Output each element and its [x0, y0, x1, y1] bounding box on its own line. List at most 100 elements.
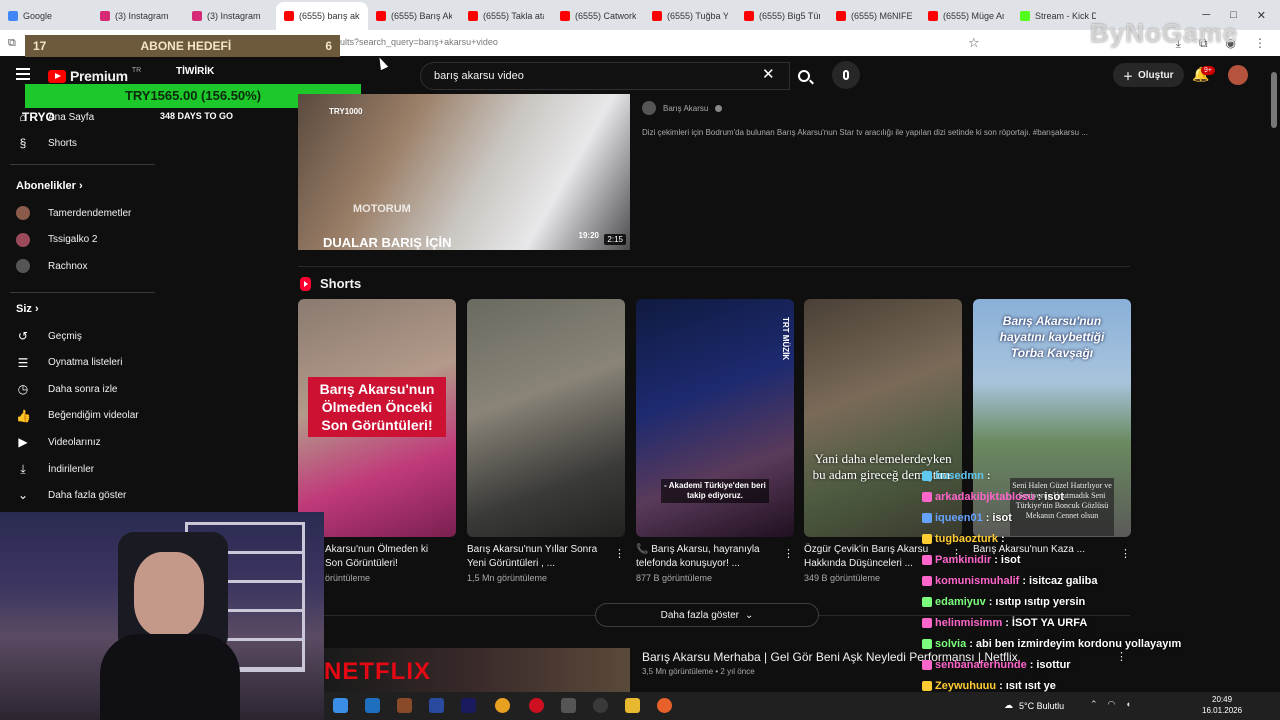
- tab-label: (6555) Müge Anlı: [943, 11, 1004, 21]
- chat-message: Pamkinidir : isot: [922, 554, 1020, 566]
- short-title[interactable]: Barış Akarsu'nun Yıllar Sonra Yeni Görün…: [467, 543, 607, 571]
- chevron-right-icon: ›: [34, 303, 39, 315]
- you-heading[interactable]: Siz ›: [16, 303, 39, 315]
- microphone-icon: [843, 70, 849, 80]
- sidebar-item-you[interactable]: ☰ Oynatma listeleri: [16, 356, 123, 370]
- hamburger-menu-icon[interactable]: [16, 68, 30, 80]
- short-card[interactable]: TRT MÜZİK - Akademi Türkiye'den beri tak…: [636, 299, 794, 583]
- chat-message: Zeywuhuuu : ısıt ısıt ye: [922, 680, 1056, 692]
- chat-username: Zeywuhuuu: [935, 680, 997, 692]
- network-icon[interactable]: ◠: [1108, 699, 1116, 710]
- sidebar-item-subscription[interactable]: Tssigalko 2: [16, 232, 98, 247]
- sidebar-item-you[interactable]: ◷ Daha sonra izle: [16, 382, 118, 396]
- firefox-icon[interactable]: [657, 698, 672, 713]
- short-title[interactable]: 📞 Barış Akarsu, hayranıyla telefonda kon…: [636, 543, 776, 571]
- app-icon[interactable]: [365, 698, 380, 713]
- account-avatar[interactable]: [1228, 65, 1248, 85]
- sidebar-item-you[interactable]: ↺ Geçmiş: [16, 329, 82, 343]
- sidebar-item-subscription[interactable]: Rachnox: [16, 259, 87, 273]
- opera-icon[interactable]: [529, 698, 544, 713]
- more-options-icon[interactable]: ⋮: [1116, 650, 1127, 663]
- chat-badge-icon: [922, 660, 932, 670]
- weather-text: 5°C Bulutlu: [1019, 700, 1065, 711]
- channel-row[interactable]: Barış Akarsu: [642, 101, 723, 115]
- cloud-icon: ☁: [1004, 700, 1013, 710]
- obs-icon[interactable]: [593, 698, 608, 713]
- url-field[interactable]: ults?search_query=barış+akarsu+video: [340, 37, 498, 47]
- app-icon[interactable]: [561, 698, 576, 713]
- close-window-button[interactable]: ✕: [1257, 9, 1266, 22]
- browser-tab[interactable]: (6555) Big5 Türkiy: [736, 2, 828, 30]
- chrome-icon[interactable]: [495, 698, 510, 713]
- search-button[interactable]: [786, 62, 822, 90]
- chat-username: busedmn: [935, 470, 984, 482]
- browser-tab[interactable]: (6555) Barış Akars: [368, 2, 460, 30]
- browser-tab[interactable]: (6555) Takla atan: [460, 2, 552, 30]
- scrollbar-thumb[interactable]: [1271, 72, 1277, 128]
- sidebar-item-label: Shorts: [48, 137, 77, 149]
- menu-icon[interactable]: ⋮: [1254, 36, 1266, 51]
- short-thumbnail[interactable]: [467, 299, 625, 537]
- premiere-icon[interactable]: [461, 698, 476, 713]
- clear-search-icon[interactable]: ✕: [762, 65, 775, 83]
- site-icon: ⧉: [8, 36, 16, 49]
- browser-tab[interactable]: (6555) Müge Anlı: [920, 2, 1012, 30]
- short-thumbnail[interactable]: Barış Akarsu'nun Ölmeden Önceki Son Görü…: [298, 299, 456, 537]
- app-icon[interactable]: [429, 698, 444, 713]
- start-icon[interactable]: [333, 698, 348, 713]
- browser-tab[interactable]: (6555) Catwork - S: [552, 2, 644, 30]
- your-videos-icon: ▶: [18, 435, 28, 449]
- taskbar-clock[interactable]: 20:49 16.01.2026: [1202, 694, 1242, 716]
- more-options-icon[interactable]: ⋮: [614, 547, 625, 560]
- chat-message: busedmn :: [922, 470, 994, 482]
- region-label: TR: [131, 66, 142, 74]
- sidebar-item-you[interactable]: ▶ Videolarınız: [16, 435, 100, 449]
- sidebar-item-label: Tssigalko 2: [48, 234, 98, 245]
- chat-message: komunismuhalif : isitcaz galiba: [922, 575, 1098, 587]
- tab-favicon-icon: [284, 11, 294, 21]
- brand-label: Premium: [70, 68, 128, 84]
- browser-tab[interactable]: (3) Instagram: [184, 2, 276, 30]
- chat-badge-icon: [922, 576, 932, 586]
- explorer-icon[interactable]: [625, 698, 640, 713]
- page-scrollbar[interactable]: [1268, 60, 1280, 690]
- video-thumbnail[interactable]: NETFLIX: [324, 648, 630, 696]
- short-card[interactable]: Barış Akarsu'nun Yıllar Sonra Yeni Görün…: [467, 299, 625, 583]
- youtube-logo[interactable]: Premium TR: [48, 66, 142, 84]
- video-duration: 2:15: [604, 234, 626, 245]
- video-thumbnail[interactable]: TRY1000 MOTORUM DUALAR BARIŞ İÇİN 19:20 …: [298, 94, 630, 250]
- browser-tab[interactable]: (6555) M6NIFEST(: [828, 2, 920, 30]
- voice-search-button[interactable]: [832, 61, 860, 89]
- sidebar-item-subscription[interactable]: Tamerdendemetler: [16, 206, 131, 220]
- chat-text: isot: [1000, 554, 1021, 566]
- bookmark-star-icon[interactable]: ☆: [968, 35, 980, 51]
- chat-badge-icon: [922, 555, 932, 565]
- sidebar-item-you[interactable]: 👍 Beğendiğim videolar: [16, 409, 139, 423]
- chevron-up-icon[interactable]: ⌃: [1090, 699, 1098, 710]
- streamer-webcam: [0, 512, 324, 720]
- volume-icon[interactable]: ◖: [1125, 699, 1130, 710]
- sidebar-item-shorts[interactable]: § Shorts: [16, 136, 77, 150]
- search-icon: [798, 70, 810, 82]
- short-thumbnail[interactable]: TRT MÜZİK - Akademi Türkiye'den beri tak…: [636, 299, 794, 537]
- weather-widget[interactable]: ☁ 5°C Bulutlu: [1004, 700, 1064, 711]
- more-options-icon[interactable]: ⋮: [783, 547, 794, 560]
- channel-avatar: [642, 101, 656, 115]
- sidebar-item-you[interactable]: ⌄ Daha fazla göster: [16, 488, 126, 502]
- sidebar-item-label: Geçmiş: [48, 330, 82, 342]
- tab-favicon-icon: [376, 11, 386, 21]
- browser-tab[interactable]: (3) Instagram: [92, 2, 184, 30]
- browser-tab[interactable]: (6555) Tuğba Yurt: [644, 2, 736, 30]
- thumbnail-logo-text: MOTORUM: [353, 203, 411, 215]
- browser-tab[interactable]: (6555) barış ak: [276, 2, 368, 30]
- chevron-down-icon: ⌄: [17, 488, 29, 502]
- tab-label: (3) Instagram: [207, 11, 261, 21]
- show-more-button[interactable]: Daha fazla göster ⌄: [595, 603, 819, 627]
- more-options-icon[interactable]: ⋮: [1120, 547, 1131, 560]
- browser-tab[interactable]: Google: [0, 2, 92, 30]
- subscriptions-heading[interactable]: Abonelikler ›: [16, 180, 83, 192]
- sidebar-item-you[interactable]: ⤓ İndirilenler: [16, 462, 94, 477]
- create-button[interactable]: ＋ Oluştur: [1113, 63, 1184, 87]
- search-input[interactable]: barış akarsu video: [420, 62, 790, 90]
- app-icon[interactable]: [397, 698, 412, 713]
